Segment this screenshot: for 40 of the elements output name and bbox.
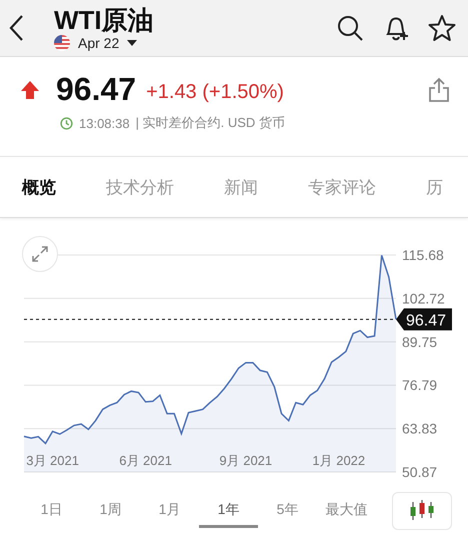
- expand-button[interactable]: [22, 236, 58, 272]
- range-tab[interactable]: 最大值: [317, 494, 376, 528]
- caret-icon: [127, 40, 138, 46]
- axis-label: 3月 2021: [26, 453, 79, 468]
- axis-label: 1月 2022: [312, 453, 366, 468]
- axis-label: 9月 2021: [219, 453, 272, 468]
- instrument-title: WTI原油: [54, 5, 155, 35]
- axis-label: 76.79: [402, 377, 438, 394]
- current-price-tag: 96.47: [396, 308, 452, 330]
- flag-icon: [54, 35, 70, 51]
- candlestick-icon: [409, 500, 435, 522]
- axis-label: 102.72: [402, 290, 445, 306]
- tab[interactable]: 概览: [22, 176, 56, 198]
- search-button[interactable]: [336, 14, 364, 42]
- axis-label: 89.75: [402, 334, 438, 350]
- ref-line-label: 96.47: [406, 312, 446, 330]
- range-tab[interactable]: 1周: [81, 494, 140, 528]
- price-value: 96.47: [56, 71, 136, 108]
- tab[interactable]: 新闻: [224, 176, 258, 198]
- clock-icon: [60, 116, 73, 130]
- candlestick-button[interactable]: [392, 492, 452, 530]
- quote-time: 13:08:38: [79, 116, 130, 130]
- range-tab[interactable]: 1月: [140, 494, 199, 528]
- range-tab[interactable]: 1年: [199, 494, 258, 528]
- axis-label: 50.87: [402, 464, 438, 480]
- back-button[interactable]: [8, 14, 24, 42]
- expand-icon: [31, 245, 49, 263]
- axis-label: 6月 2021: [119, 453, 172, 468]
- quote-info: | 实时差价合约. USD 货币: [136, 114, 285, 132]
- share-button[interactable]: [428, 76, 450, 102]
- axis-label: 63.83: [402, 420, 438, 437]
- range-tab[interactable]: 1日: [22, 494, 81, 528]
- range-tab[interactable]: 5年: [258, 494, 317, 528]
- tab[interactable]: 专家评论: [308, 176, 376, 198]
- contract-dropdown[interactable]: Apr 22: [54, 35, 318, 51]
- tab[interactable]: 技术分析: [106, 176, 174, 198]
- tab[interactable]: 历: [426, 176, 443, 198]
- star-button[interactable]: [428, 14, 456, 42]
- price-change: +1.43 (+1.50%): [146, 81, 285, 104]
- axis-label: 115.68: [402, 247, 444, 263]
